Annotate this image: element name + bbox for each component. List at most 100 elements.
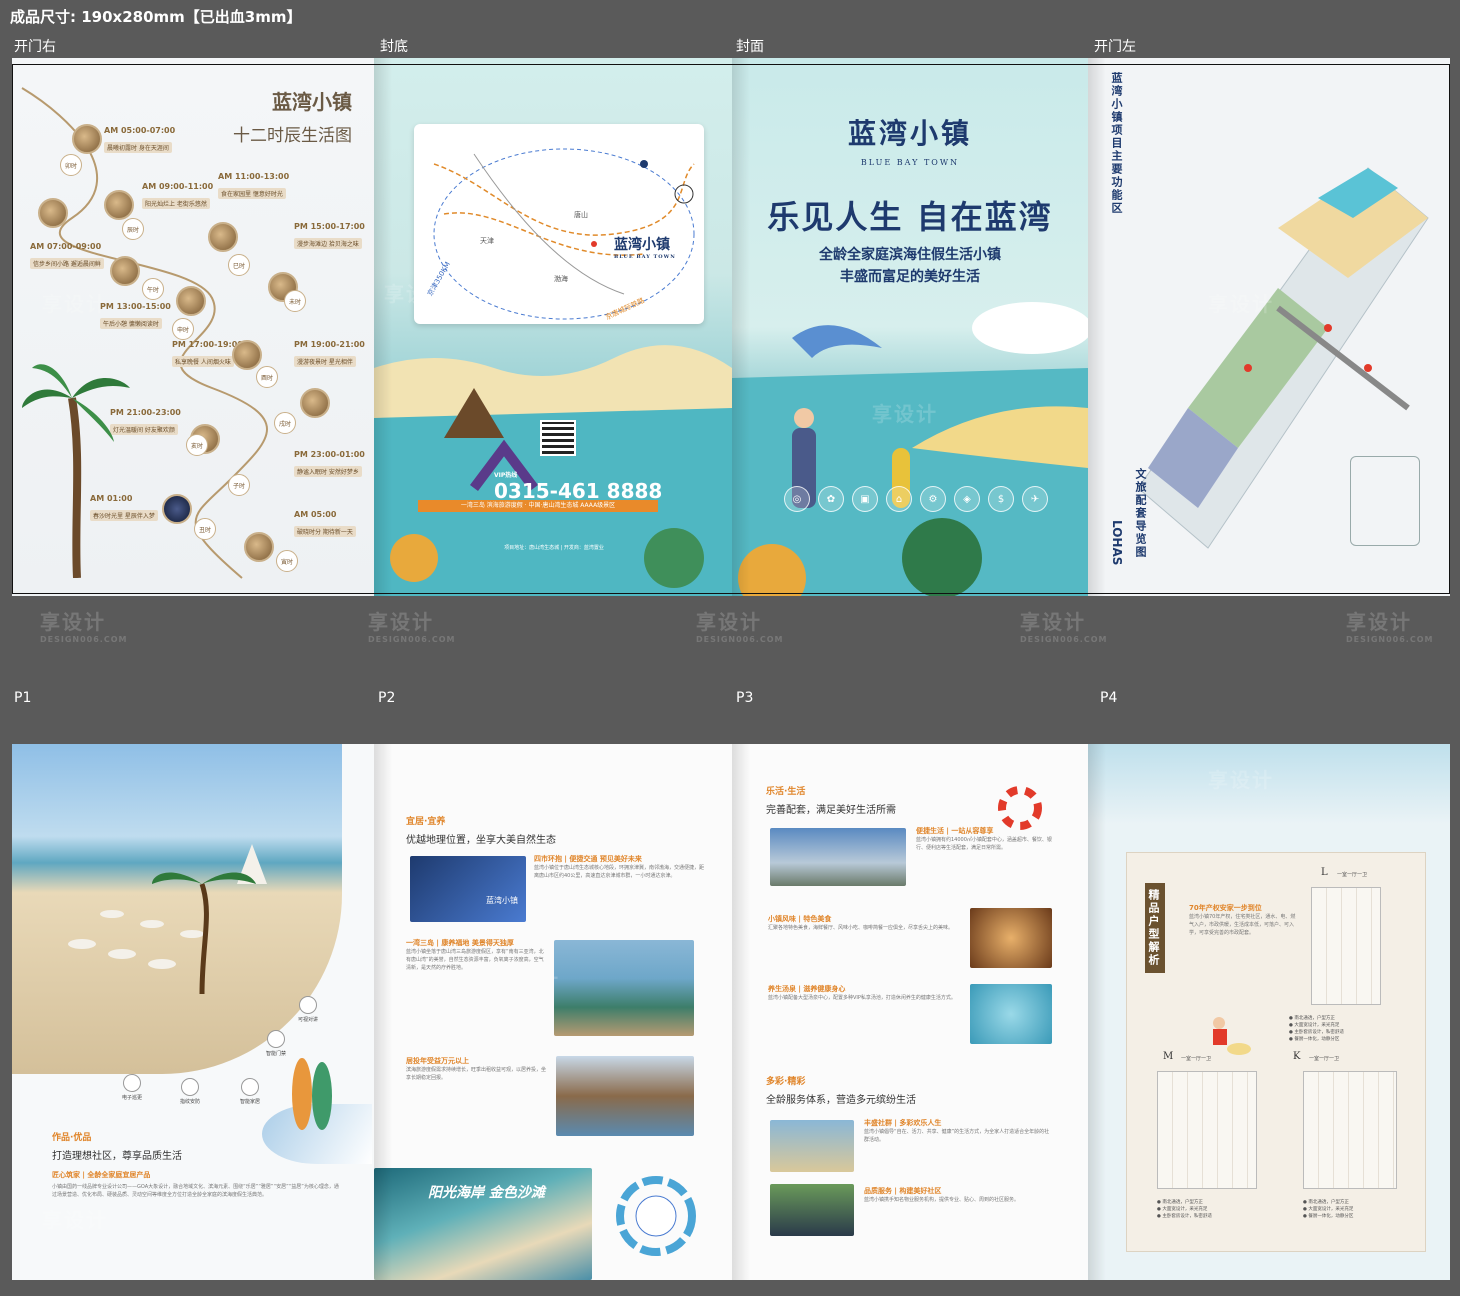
p3-block-spa: 养生汤泉 | 滋养健康身心 蓝湾小镇配备大型汤泉中心，配置多种VIP私享汤池，打… xyxy=(768,984,958,1002)
fold-shadow xyxy=(732,58,750,596)
qr-code[interactable] xyxy=(540,420,576,456)
label-p1: P1 xyxy=(14,690,32,706)
feature-patrol: 电子巡更 xyxy=(112,1074,152,1101)
unit-tag: L xyxy=(1321,867,1328,878)
block-body: 蓝湾小镇携手知名物业服务机构，提供专业、贴心、周到的社区服务。 xyxy=(864,1197,1020,1203)
unit-area: 一室一厅一卫 xyxy=(1181,1056,1212,1062)
town-center-photo xyxy=(770,828,906,886)
cover-subtitle: 全龄全家庭滨海住假生活小镇 丰盛而富足的美好生活 xyxy=(732,244,1088,288)
timeline-tag: 漫游夜景时 星光相伴 xyxy=(294,356,356,367)
label-cover: 封面 xyxy=(736,39,764,55)
block-title: 一湾三岛 | 康养福地 美景得天独厚 xyxy=(406,939,514,947)
p2-block-investment: 居投年受益万元以上 滨海旅游度假需求持续增长，旺季出租收益可观，以居养投，坐享长… xyxy=(406,1056,546,1082)
floorplan-intro: 70年产权安家一步到位 蓝湾小镇70年产权，住宅类社区，通水、电、燃气入户，市政… xyxy=(1189,903,1299,937)
feature-label: 指纹安防 xyxy=(179,1099,200,1105)
cover-logo-zh: 蓝湾小镇 xyxy=(847,117,972,150)
label-p3: P3 xyxy=(736,690,754,706)
p3-block-food: 小镇风味 | 特色美食 汇聚各地特色美食，海鲜餐厅、风味小吃、咖啡简餐一应俱全，… xyxy=(768,914,958,932)
floorplan-note: ● 南北通透，户型方正 xyxy=(1303,1200,1349,1205)
floorplan-k xyxy=(1303,1071,1397,1189)
block-body: 蓝湾小镇坐落于唐山湾三岛旅游度假区，享有“南有三亚湾，北有唐山湾”的美誉，自然生… xyxy=(406,949,544,971)
lohas-logo: LOHAS xyxy=(1110,520,1124,566)
cover-logo: 蓝湾小镇 BLUE BAY TOWN xyxy=(732,112,1088,167)
timeline-tag: 漫步海滩边 拾贝海之味 xyxy=(294,238,362,249)
watermark: 享设计 DESIGN006.COM xyxy=(368,606,455,644)
panel-open-left: 蓝湾小镇项目主要功能区 文旅配套导览图 LOHAS 享设计 xyxy=(1088,58,1450,596)
openleft-title: 蓝湾小镇项目主要功能区 xyxy=(1110,72,1123,215)
map-logo: 蓝湾小镇 BLUE BAY TOWN xyxy=(614,234,676,260)
timeline-item: PM 15:00-17:00 漫步海滩边 拾贝海之味 xyxy=(294,222,374,250)
lifebuoy-icon xyxy=(998,786,1042,830)
unit-tag: K xyxy=(1293,1051,1301,1062)
block-body: 蓝湾小镇拥有约14000㎡小镇配套中心，涵盖超市、餐饮、银行、便利店等生活配套，… xyxy=(916,837,1052,851)
block-title: 70年产权安家一步到位 xyxy=(1189,904,1262,912)
block-title: 养生汤泉 | 滋养健康身心 xyxy=(768,985,846,993)
floorplan-note: ● 主卧套房设计，私密舒适 xyxy=(1289,1030,1344,1035)
timeline-time: AM 05:00 xyxy=(294,510,337,519)
timeline-time: PM 17:00-19:00 xyxy=(172,340,243,349)
photo-sunrise xyxy=(244,532,274,562)
section-subtitle: 优越地理位置，坐享大美自然生态 xyxy=(406,835,556,846)
p3-header-2: 多彩·精彩 全龄服务体系，营造多元缤纷生活 xyxy=(766,1074,916,1106)
p2-block-location: 四市环抱 | 便捷交通 预见美好未来 蓝湾小镇位于唐山湾生态城核心地段，环拥京津… xyxy=(534,854,704,880)
watermark-en: DESIGN006.COM xyxy=(696,635,784,644)
section-subtitle: 全龄服务体系，营造多元缤纷生活 xyxy=(766,1095,916,1106)
watermark: 享设计 DESIGN006.COM xyxy=(1346,606,1433,644)
block-title: 丰盛社群 | 多彩欢乐人生 xyxy=(864,1119,942,1127)
floorplan-note: ● 主卧套房设计，私密舒适 xyxy=(1157,1214,1212,1219)
watermark-en: DESIGN006.COM xyxy=(1020,635,1108,644)
timeline-tag: 晨曦初露时 身在天涯间 xyxy=(104,142,172,153)
watermark-text: 享设计 xyxy=(40,610,106,634)
hotel-photo xyxy=(556,1056,694,1136)
block-body: 小镇由国药一线品牌专业设计公司——GOA大象设计，融合地域文化、滨海元素、围绕“… xyxy=(52,1184,339,1198)
map-label: 唐山 xyxy=(574,211,588,219)
floorplan-note: ● 南北通透，户型方正 xyxy=(1289,1016,1335,1021)
location-map xyxy=(433,148,695,320)
community-circle-diagram xyxy=(616,1176,696,1256)
watermark-en: DESIGN006.COM xyxy=(1346,635,1434,644)
back-banner: 一湾三岛 滨海旅游度假 · 中国·唐山湾生态城 AAAA级景区 xyxy=(418,500,658,512)
shichen-badge: 未时 xyxy=(284,290,306,312)
timeline-item: PM 17:00-19:00 私享晚餐 人间烟火味 xyxy=(172,340,282,368)
feature-intercom: 可视对讲 xyxy=(288,996,328,1023)
section-heading: 作品·优品 xyxy=(52,1133,92,1143)
unit-area: 一室一厅一卫 xyxy=(1337,872,1368,878)
location-map-card: 唐山 天津 渤海 京津350KM 京唐城际铁路 蓝湾小镇 BLUE BAY TOW… xyxy=(414,124,704,324)
floorplan-l xyxy=(1311,887,1381,1005)
map-logo-en: BLUE BAY TOWN xyxy=(614,254,676,260)
section-subtitle: 打造理想社区，尊享品质生活 xyxy=(52,1151,182,1162)
watermark: 享设计 DESIGN006.COM xyxy=(40,606,127,644)
patrol-icon xyxy=(123,1074,141,1092)
timeline-time: AM 05:00-07:00 xyxy=(104,126,176,135)
timeline-time: PM 15:00-17:00 xyxy=(294,222,365,231)
block-title: 便捷生活 | 一站从容尊享 xyxy=(916,827,994,835)
hotline-label: VIP热线 xyxy=(494,472,518,479)
beach-umbrellas xyxy=(68,844,267,994)
community-event-photo xyxy=(770,1120,854,1172)
timeline-item: AM 05:00 破晓时分 期待新一天 xyxy=(294,510,374,538)
label-open-left: 开门左 xyxy=(1094,39,1136,55)
spec-header: 成品尺寸: 190x280mm【已出血3mm】 xyxy=(10,8,302,26)
timeline-item: PM 23:00-01:00 静谧入眠时 安然好梦乡 xyxy=(294,450,374,478)
feature-icon: ✿ xyxy=(818,486,844,512)
floorplan-note: ● 大面宽设计，采光充足 xyxy=(1289,1023,1340,1028)
smart-home-icon xyxy=(241,1078,259,1096)
shichen-badge: 酉时 xyxy=(256,366,278,388)
block-body: 蓝湾小镇位于唐山湾生态城核心地段，环拥京津冀，南邻渤海，交通便捷，距离唐山市区约… xyxy=(534,865,705,879)
block-title: 品质服务 | 构建美好社区 xyxy=(864,1187,942,1195)
floorplan-notes-k: ● 南北通透，户型方正 ● 大面宽设计，采光充足 ● 餐厨一体化，动静分区 xyxy=(1303,1199,1423,1220)
timeline-tag: 信步乡间小路 邂逅晨间鲜 xyxy=(30,258,104,269)
panel-p1: 可视对讲 智能门禁 电子巡更 指纹安防 智能家居 作品·优品 打造理想社区，尊享… xyxy=(12,744,374,1280)
cover-slogan: 乐见人生 自在蓝湾 xyxy=(767,198,1053,236)
p3-block-service: 品质服务 | 构建美好社区 蓝湾小镇携手知名物业服务机构，提供专业、贴心、周到的… xyxy=(864,1186,1054,1204)
spa-photo xyxy=(970,984,1052,1044)
watermark-en: DESIGN006.COM xyxy=(40,635,128,644)
photo-pool xyxy=(176,286,206,316)
fold-shadow xyxy=(374,58,392,596)
cover-feature-icons: ◎ ✿ ▣ ⌂ ⚙ ◈ $ ✈ xyxy=(784,486,1048,512)
feature-smart-home: 智能家居 xyxy=(230,1078,270,1105)
timeline-tag: 阳光灿烂上 老街乐悠然 xyxy=(142,198,210,209)
shichen-badge: 寅时 xyxy=(276,550,298,572)
watermark: 享设计 DESIGN006.COM xyxy=(696,606,783,644)
label-p4: P4 xyxy=(1100,690,1118,706)
